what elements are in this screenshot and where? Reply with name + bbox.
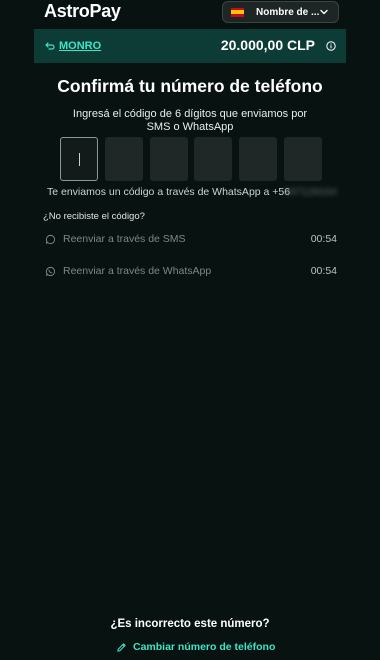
not-received-label: ¿No recibiste el código? <box>43 211 145 222</box>
wrong-number-question: ¿Es incorrecto este número? <box>110 618 270 630</box>
info-icon[interactable] <box>326 41 336 51</box>
pencil-icon <box>117 642 126 652</box>
masked-phone-number: 947129164 <box>284 186 337 198</box>
otp-digit-5[interactable] <box>239 137 277 181</box>
otp-digit-3[interactable] <box>150 137 188 181</box>
resend-whatsapp-button[interactable]: Reenviar a través de WhatsApp 00:54 <box>45 263 337 279</box>
otp-digit-4[interactable] <box>194 137 232 181</box>
chat-bubble-icon <box>45 234 56 244</box>
otp-digit-1[interactable] <box>60 137 98 181</box>
language-select-value: Nombre de ... <box>256 6 320 18</box>
resend-sms-label: Reenviar a través de SMS <box>63 233 186 245</box>
header: AstroPay Nombre de ... <box>0 0 380 26</box>
code-sent-note: Te enviamos un código a través de WhatsA… <box>47 186 291 198</box>
chevron-down-icon <box>320 9 328 15</box>
change-number-link[interactable]: Cambiar número de teléfono <box>116 641 275 653</box>
otp-digit-2[interactable] <box>105 137 143 181</box>
spain-flag-icon <box>231 7 244 17</box>
page-title: Confirmá tu número de teléfono <box>57 76 323 96</box>
language-select[interactable]: Nombre de ... <box>222 1 339 23</box>
merchant-bar: MONRO 20.000,00 CLP <box>34 29 346 63</box>
page-subtitle: Ingresá el código de 6 dígitos que envia… <box>72 108 308 133</box>
resend-whatsapp-timer: 00:54 <box>310 265 337 277</box>
text-cursor <box>79 153 80 166</box>
resend-whatsapp-label: Reenviar a través de WhatsApp <box>63 265 212 277</box>
astropay-logo: AstroPay <box>44 1 121 21</box>
otp-code-input <box>60 137 322 181</box>
otp-digit-6[interactable] <box>284 137 322 181</box>
resend-sms-button[interactable]: Reenviar a través de SMS 00:54 <box>45 231 337 247</box>
merchant-link[interactable]: MONRO <box>59 40 101 52</box>
return-arrow-icon[interactable] <box>44 40 56 52</box>
resend-sms-timer: 00:54 <box>310 233 337 245</box>
payment-amount: 20.000,00 CLP <box>220 37 315 53</box>
whatsapp-icon <box>45 266 56 276</box>
change-number-label: Cambiar número de teléfono <box>133 641 276 653</box>
